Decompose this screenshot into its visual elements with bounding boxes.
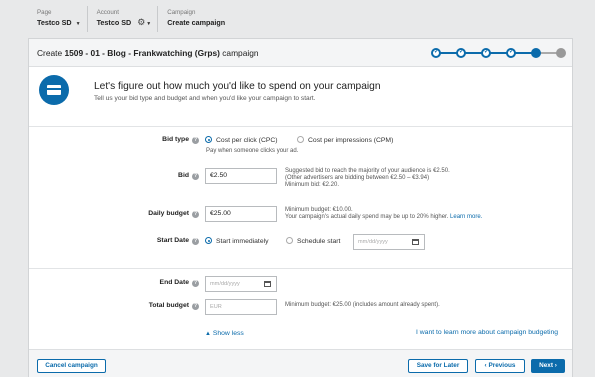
step-upcoming-icon	[556, 48, 566, 58]
radio-selected-icon[interactable]	[205, 136, 212, 143]
daily-budget-warning-text: Your campaign's actual daily spend may b…	[285, 214, 449, 220]
help-icon[interactable]: ?	[192, 280, 199, 287]
step-complete-icon: ✓	[456, 48, 466, 58]
daily-budget-minimum: Minimum budget: €10.00.	[285, 207, 353, 213]
title-prefix: Create	[37, 48, 65, 58]
calendar-icon[interactable]	[412, 239, 419, 245]
help-icon[interactable]: ?	[192, 173, 199, 180]
step-current-icon	[531, 48, 541, 58]
learn-more-budgeting-link[interactable]: I want to learn more about campaign budg…	[416, 329, 558, 336]
intro-subtext: Tell us your bid type and budget and whe…	[94, 95, 316, 102]
card-header: Create 1509 - 01 - Blog - Frankwatching …	[29, 39, 572, 67]
campaign-name: 1509 - 01 - Blog - Frankwatching (Grps)	[64, 48, 220, 58]
step-complete-icon: ✓	[481, 48, 491, 58]
schedule-start-label: Schedule start	[297, 238, 341, 245]
breadcrumb-page-label: Page	[37, 9, 52, 16]
schedule-start-option[interactable]: Schedule start	[286, 237, 340, 245]
step-complete-icon: ✓	[506, 48, 516, 58]
learn-more-link[interactable]: Learn more.	[450, 214, 482, 220]
cpm-label: Cost per impressions (CPM)	[308, 137, 394, 144]
intro-heading: Let's figure out how much you'd like to …	[94, 81, 381, 92]
bid-type-label: Bid type?	[162, 136, 199, 144]
show-less-link[interactable]: ▲ Show less	[205, 330, 244, 337]
help-icon[interactable]: ?	[192, 238, 199, 245]
calendar-icon[interactable]	[264, 281, 271, 287]
daily-budget-label: Daily budget?	[148, 210, 199, 218]
step-progress: ✓ ✓ ✓ ✓	[431, 47, 567, 59]
breadcrumb-campaign-label: Campaign	[167, 9, 196, 16]
total-budget-minimum: Minimum budget: €25.00 (includes amount …	[285, 302, 440, 308]
chevron-down-icon[interactable]: ▼	[146, 21, 151, 27]
help-icon[interactable]: ?	[192, 137, 199, 144]
save-for-later-button[interactable]: Save for Later	[408, 359, 468, 373]
breadcrumb-campaign-value: Create campaign	[167, 18, 226, 27]
breadcrumb: Page Testco SD ▼ Account Testco SD ⚙▼ Camp…	[28, 6, 278, 32]
section-divider	[29, 268, 572, 269]
campaign-budget-card: Create 1509 - 01 - Blog - Frankwatching …	[28, 38, 573, 377]
bid-label: Bid?	[178, 172, 199, 180]
gear-icon[interactable]: ⚙	[137, 17, 145, 28]
bid-type-hint: Pay when someone clicks your ad.	[206, 148, 299, 154]
radio-icon[interactable]	[286, 237, 293, 244]
breadcrumb-page-value: Testco SD	[37, 18, 72, 27]
daily-budget-warning: Your campaign's actual daily spend may b…	[285, 214, 482, 221]
page-title: Create 1509 - 01 - Blog - Frankwatching …	[37, 48, 259, 58]
chevron-down-icon: ▼	[75, 21, 81, 27]
footer-bar: Cancel campaign Save for Later ‹ Previou…	[29, 349, 572, 377]
radio-selected-icon[interactable]	[205, 237, 212, 244]
bid-input[interactable]: €2.50	[205, 168, 277, 184]
help-icon[interactable]: ?	[192, 303, 199, 310]
breadcrumb-account-label: Account	[96, 9, 119, 16]
bid-suggestion: Suggested bid to reach the majority of y…	[285, 168, 450, 174]
show-less-label: Show less	[212, 330, 244, 337]
bid-type-cpc-option[interactable]: Cost per click (CPC)	[205, 136, 278, 144]
radio-icon[interactable]	[297, 136, 304, 143]
start-date-label: Start Date?	[156, 237, 199, 245]
previous-button[interactable]: ‹ Previous	[475, 359, 525, 373]
breadcrumb-account[interactable]: Account Testco SD ⚙▼	[88, 6, 159, 32]
total-budget-input[interactable]: EUR	[205, 299, 277, 315]
title-suffix: campaign	[219, 48, 259, 58]
breadcrumb-account-value: Testco SD	[96, 18, 132, 27]
chevron-up-icon: ▲	[205, 331, 211, 337]
step-complete-icon: ✓	[431, 48, 441, 58]
section-divider	[29, 126, 572, 127]
breadcrumb-campaign: Campaign Create campaign	[158, 6, 231, 32]
cancel-campaign-button[interactable]: Cancel campaign	[37, 359, 106, 373]
start-immediately-label: Start immediately	[216, 238, 269, 245]
help-icon[interactable]: ?	[192, 211, 199, 218]
cpc-label: Cost per click (CPC)	[216, 137, 278, 144]
bid-range: (Other advertisers are bidding between €…	[285, 175, 430, 181]
credit-card-icon	[39, 75, 69, 105]
start-date-input[interactable]: mm/dd/yyyy	[353, 234, 425, 250]
total-budget-label: Total budget?	[148, 302, 199, 310]
end-date-label: End Date?	[159, 279, 199, 287]
bid-minimum: Minimum bid: €2.20.	[285, 182, 340, 188]
next-button[interactable]: Next ›	[531, 359, 565, 373]
end-date-input[interactable]: mm/dd/yyyy	[205, 276, 277, 292]
daily-budget-input[interactable]: €25.00	[205, 206, 277, 222]
start-immediately-option[interactable]: Start immediately	[205, 237, 269, 245]
breadcrumb-page[interactable]: Page Testco SD ▼	[28, 6, 88, 32]
bid-type-cpm-option[interactable]: Cost per impressions (CPM)	[297, 136, 393, 144]
